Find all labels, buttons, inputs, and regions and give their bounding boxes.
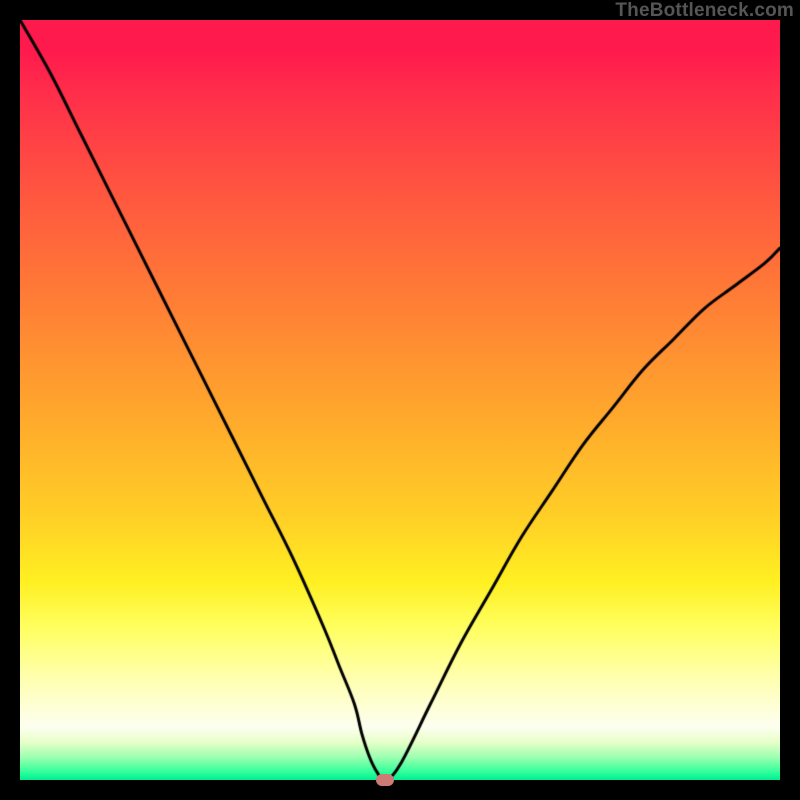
plot-frame <box>20 20 780 780</box>
curve-canvas <box>20 20 780 780</box>
chart-stage: TheBottleneck.com <box>0 0 800 800</box>
watermark-text: TheBottleneck.com <box>615 0 794 22</box>
minimum-marker <box>376 774 394 786</box>
